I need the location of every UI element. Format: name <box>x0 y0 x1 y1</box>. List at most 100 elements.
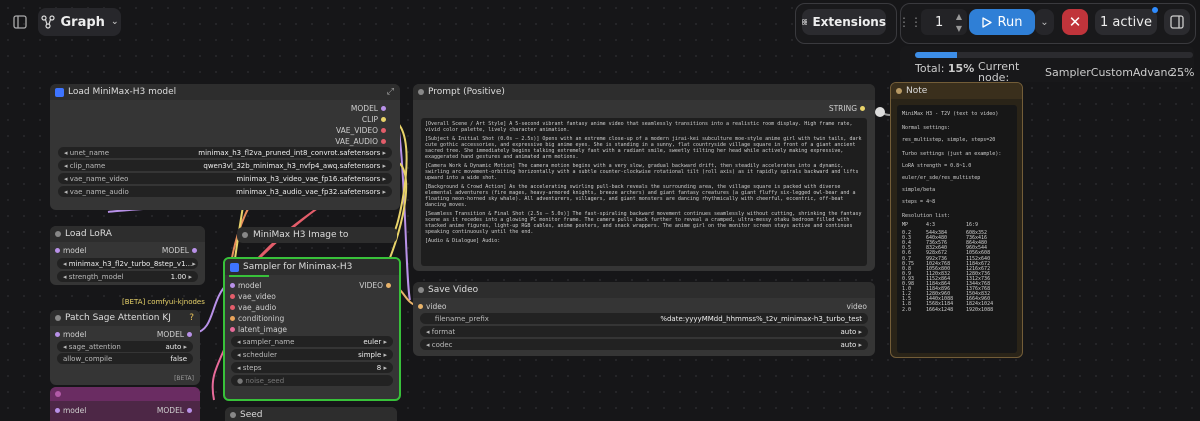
resolution-table: MP 4:3 16:9 0.2 544x384 608x352 0.3 640x480 736x… <box>902 222 1012 313</box>
run-options-chevron-icon[interactable]: ⌄ <box>1035 9 1054 35</box>
scheduler-widget[interactable]: ◂ scheduler simple ▸ <box>231 349 393 360</box>
extensions-label: Extensions <box>812 15 886 29</box>
help-icon[interactable]: ? <box>189 313 194 323</box>
patch-sage-attention-node[interactable]: Patch Sage Attention KJ ? model MODEL ◂ … <box>50 310 200 385</box>
total-progress-fill <box>915 52 957 58</box>
output-model[interactable]: MODEL <box>162 246 197 255</box>
image-to-node[interactable]: MiniMax H3 Image to <box>237 227 397 243</box>
increment-icon[interactable]: ▲ <box>953 11 965 21</box>
current-node-label: Current node: <box>978 60 1020 84</box>
collapse-dot[interactable] <box>230 412 236 418</box>
prompt-textarea[interactable]: [Overall Scene / Art Style] A 5-second v… <box>421 118 867 266</box>
node-title: Patch Sage Attention KJ <box>65 313 171 323</box>
resolution-cell: 4:3 <box>926 222 936 228</box>
node-title: Load LoRA <box>65 229 112 239</box>
output-video[interactable]: video <box>847 302 868 311</box>
queue-count-value: 1 <box>935 14 944 30</box>
output-string[interactable]: STRING <box>829 104 865 113</box>
active-label: 1 active <box>1100 14 1152 30</box>
resolution-header: MP 4:3 16:9 <box>902 222 1012 228</box>
seed-node[interactable]: Seed <box>225 407 397 421</box>
current-node-percent: 25% <box>1170 66 1195 79</box>
output-model[interactable]: MODEL <box>351 104 386 113</box>
vae-name-video-widget[interactable]: ◂ vae_name_video minimax_h3_video_vae_fp1… <box>58 173 392 184</box>
total-progress-bar <box>915 52 1193 58</box>
resolution-cell: MP <box>902 222 909 228</box>
sampler-name-widget[interactable]: ◂ sampler_name euler ▸ <box>231 336 393 347</box>
run-label: Run <box>997 14 1023 30</box>
graph-icon <box>40 15 55 29</box>
output-model[interactable]: MODEL <box>157 330 192 339</box>
input-latent-image[interactable]: latent_image <box>230 325 287 334</box>
allow-compile-widget[interactable]: allow_compile false <box>57 353 193 364</box>
output-clip[interactable]: CLIP <box>362 115 386 124</box>
clip-name-widget[interactable]: ◂ clip_name qwen3vl_32b_minimax_h3_nvfp4_… <box>58 160 392 171</box>
run-button[interactable]: Run <box>969 9 1035 35</box>
chevron-down-icon: ⌄ <box>110 17 119 27</box>
input-model[interactable]: model <box>55 330 86 339</box>
output-model[interactable]: MODEL <box>157 406 192 415</box>
note-node[interactable]: Note MiniMax H3 - T2V (text to video) No… <box>890 82 1023 358</box>
output-vae-video[interactable]: VAE_VIDEO <box>336 126 386 135</box>
node-title: Prompt (Positive) <box>428 87 505 97</box>
collapse-dot[interactable] <box>55 315 61 321</box>
beta-tag: [BETA] <box>174 375 194 382</box>
extensions-button[interactable]: Extensions <box>802 9 886 35</box>
filename-prefix-widget[interactable]: filename_prefix %date:yyyyMMdd_hhmmss%_t2… <box>420 313 868 324</box>
unet-name-widget[interactable]: ◂ unet_name minimax_h3_fl2va_pruned_int8_… <box>58 147 392 158</box>
string-output-knob[interactable] <box>875 107 885 117</box>
collapse-dot[interactable] <box>418 287 424 293</box>
output-video[interactable]: VIDEO <box>359 281 391 290</box>
extensions-icon <box>802 19 808 25</box>
drag-handle-icon[interactable]: ⋮⋮ <box>898 10 922 34</box>
input-video[interactable]: video <box>418 302 447 311</box>
total-progress-text: Total: 15% <box>915 62 975 75</box>
collapse-dot[interactable] <box>242 232 248 238</box>
lora-name-widget[interactable]: ◂ minimax_h3_fl2v_turbo_8step_v1... ▸ <box>57 258 198 269</box>
vae-name-audio-widget[interactable]: ◂ vae_name_audio minimax_h3_audio_vae_fp3… <box>58 186 392 197</box>
sidebar-icon <box>13 15 27 29</box>
note-textarea[interactable]: MiniMax H3 - T2V (text to video) Normal … <box>897 105 1017 353</box>
active-queue-button[interactable]: 1 active <box>1095 9 1157 35</box>
toggle-panel-button[interactable] <box>8 10 32 34</box>
input-conditioning[interactable]: conditioning <box>230 314 284 323</box>
steps-widget[interactable]: ◂ steps 8 ▸ <box>231 362 393 373</box>
resolution-cell: 16:9 <box>966 222 979 228</box>
load-model-node[interactable]: Load MiniMax-H3 model ⤢ MODEL CLIP VAE_V… <box>50 84 400 210</box>
node-title: Seed <box>240 410 263 420</box>
graph-mode-dropdown[interactable]: Graph ⌄ <box>38 8 121 36</box>
toggle-right-panel-button[interactable] <box>1164 9 1190 35</box>
format-widget[interactable]: ◂ format auto ▸ <box>420 326 868 337</box>
node-type-icon <box>55 87 64 97</box>
sage-attention-widget[interactable]: ◂ sage_attention auto ▸ <box>57 341 193 352</box>
input-model[interactable]: model <box>230 281 261 290</box>
input-model[interactable]: model <box>55 406 86 415</box>
noise-seed-widget[interactable]: ● noise_seed <box>231 375 393 386</box>
notification-dot <box>1152 7 1158 13</box>
input-vae-video[interactable]: vae_video <box>230 292 276 301</box>
sampler-node[interactable]: Sampler for Minimax-H3 model vae_video v… <box>223 257 401 401</box>
input-model[interactable]: model <box>55 246 86 255</box>
collapse-dot[interactable] <box>418 89 424 95</box>
current-node-name: SamplerCustomAdvanc… <box>1045 66 1185 79</box>
codec-widget[interactable]: ◂ codec auto ▸ <box>420 339 868 350</box>
stop-button[interactable]: ✕ <box>1062 9 1088 35</box>
strength-model-widget[interactable]: ◂ strength_model 1.00 ▸ <box>57 271 198 282</box>
prompt-node[interactable]: Prompt (Positive) STRING [Overall Scene … <box>413 84 875 271</box>
node-type-icon <box>230 262 239 272</box>
input-vae-audio[interactable]: vae_audio <box>230 303 276 312</box>
output-vae-audio[interactable]: VAE_AUDIO <box>335 137 386 146</box>
right-panel-icon <box>1170 15 1184 29</box>
collapse-dot[interactable] <box>55 391 61 397</box>
load-lora-node[interactable]: Load LoRA model MODEL ◂ minimax_h3_fl2v_… <box>50 226 205 285</box>
model-node-bottom[interactable]: model MODEL <box>50 387 200 421</box>
save-video-node[interactable]: Save Video video video filename_prefix %d… <box>413 282 875 356</box>
decrement-icon[interactable]: ▼ <box>953 23 965 33</box>
node-title: MiniMax H3 Image to <box>253 230 349 240</box>
node-title: Sampler for Minimax-H3 <box>243 262 353 272</box>
collapse-dot[interactable] <box>55 231 61 237</box>
resolution-cell: 2.0 <box>902 306 912 313</box>
close-icon: ✕ <box>1068 13 1082 31</box>
collapse-dot[interactable] <box>896 88 902 94</box>
expand-icon[interactable]: ⤢ <box>387 87 394 97</box>
